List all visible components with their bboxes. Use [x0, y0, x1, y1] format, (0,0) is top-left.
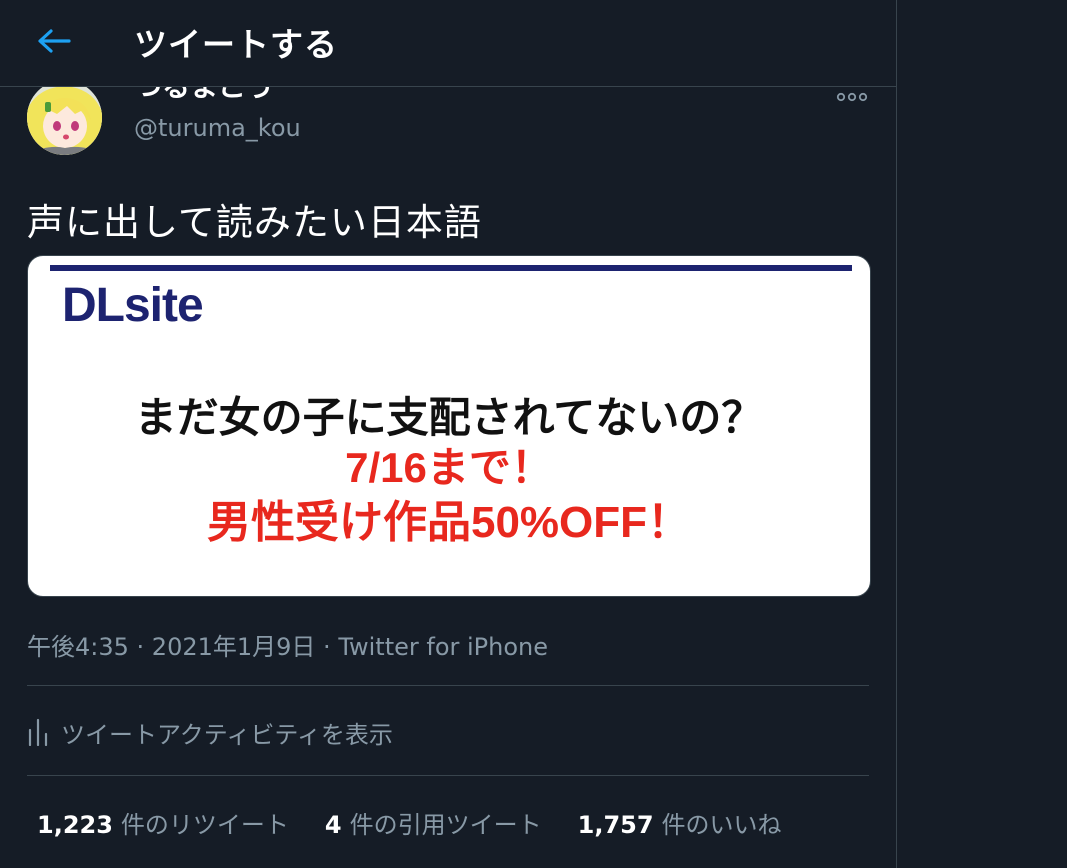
- bar-chart-icon: [28, 718, 48, 746]
- tweet-text: 声に出して読みたい日本語: [27, 201, 482, 244]
- likes-count: 1,757: [577, 811, 654, 839]
- tweet-detail: つるまこう @turuma_kou 声に出して読みたい日本語 DLsite まだ…: [0, 87, 896, 868]
- header: ツイートする: [0, 0, 896, 87]
- quote-tweets-stat[interactable]: 4 件の引用ツイート: [325, 805, 542, 840]
- dlsite-logo: DLsite: [62, 279, 204, 332]
- tweet-activity-button[interactable]: ツイートアクティビティを表示: [27, 714, 393, 750]
- more-dots-icon: [836, 92, 868, 102]
- tweet-time-link[interactable]: 午後4:35: [27, 633, 129, 661]
- more-button[interactable]: [832, 87, 872, 109]
- back-button[interactable]: [30, 22, 78, 60]
- quote-tweets-count: 4: [324, 811, 342, 839]
- primary-column: ツイートする つるまこう @turuma_kou: [0, 0, 897, 868]
- tweet-stats: 1,223 件のリツイート 4 件の引用ツイート 1,757 件のいいね: [37, 805, 782, 840]
- tweet-source-link[interactable]: Twitter for iPhone: [338, 633, 548, 661]
- meta-separator-2: ·: [315, 633, 339, 661]
- page: ツイートする つるまこう @turuma_kou: [0, 0, 1067, 868]
- tweet-media-image[interactable]: DLsite まだ女の子に支配されてないの？ 7/16まで！ 男性受け作品50%…: [27, 255, 871, 597]
- tweet-meta: 午後4:35 · 2021年1月9日 · Twitter for iPhone: [27, 627, 548, 662]
- arrow-left-icon: [38, 29, 71, 53]
- divider: [27, 685, 869, 686]
- tweet-date-link[interactable]: 2021年1月9日: [152, 633, 316, 661]
- tweet-activity-label: ツイートアクティビティを表示: [61, 720, 393, 749]
- page-title: ツイートする: [134, 25, 338, 64]
- avatar-image: [27, 87, 102, 155]
- ad-top-bar: [50, 265, 852, 271]
- retweets-label: 件のリツイート: [120, 811, 289, 839]
- retweets-count: 1,223: [37, 811, 113, 839]
- display-name[interactable]: つるまこう: [134, 87, 274, 105]
- user-handle[interactable]: @turuma_kou: [134, 114, 301, 142]
- quote-tweets-label: 件の引用ツイート: [349, 811, 542, 839]
- meta-separator: ·: [128, 633, 152, 661]
- ad-discount-line: 男性受け作品50%OFF！: [206, 498, 692, 547]
- divider: [27, 775, 869, 776]
- likes-label: 件のいいね: [661, 811, 782, 839]
- avatar[interactable]: [27, 87, 102, 155]
- retweets-stat[interactable]: 1,223 件のリツイート: [37, 805, 289, 840]
- likes-stat[interactable]: 1,757 件のいいね: [578, 805, 782, 840]
